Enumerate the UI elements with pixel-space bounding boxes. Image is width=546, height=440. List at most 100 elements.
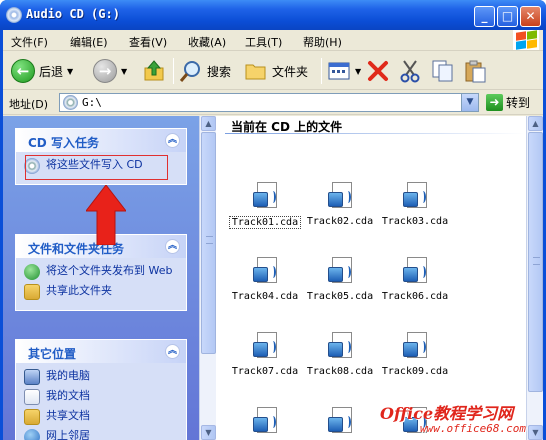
back-button[interactable]: ← 后退 ▼ [11,56,73,86]
my-documents-link[interactable]: 我的文档 [24,389,178,405]
delete-button[interactable] [367,56,389,86]
collapse-chevron-icon[interactable]: ︽ [165,344,180,359]
my-computer-label: 我的电脑 [46,369,90,382]
task-pane-scrollbar[interactable]: ▲ ▼ [199,116,216,440]
cd-audio-track-icon [251,257,279,287]
window-client: 文件(F) 编辑(E) 查看(V) 收藏(A) 工具(T) 帮助(H) ← 后退… [3,30,543,440]
copy-button[interactable] [431,56,455,86]
minimize-button[interactable]: _ [474,6,495,27]
other-places-title: 其它位置 [28,347,77,361]
back-arrow-icon: ← [11,59,35,83]
go-label: 转到 [506,96,531,110]
file-list-scrollbar[interactable]: ▲ ▼ [526,116,543,440]
go-button[interactable]: ➜ 转到 [486,94,530,111]
address-input[interactable]: G:\ ▼ [59,93,479,112]
cd-audio-track-icon [251,332,279,362]
shared-documents-label: 共享文档 [46,409,90,422]
menu-help[interactable]: 帮助(H) [303,34,342,50]
folders-label: 文件夹 [272,64,309,79]
file-name: Track01.cda [229,216,301,229]
scroll-thumb[interactable] [201,132,216,354]
cut-button[interactable] [399,56,421,86]
heading-underline [225,133,525,134]
folders-button[interactable]: 文件夹 [244,56,308,86]
cd-audio-track-icon [401,182,429,212]
menu-tools[interactable]: 工具(T) [245,34,282,50]
forward-button[interactable]: → ▼ [93,56,127,86]
file-name: Track04.cda [231,291,299,302]
watermark-main: Office教程学习网 [380,404,514,423]
search-button[interactable]: 搜索 [179,56,231,86]
forward-dropdown-icon[interactable]: ▼ [121,67,127,76]
publish-web-label: 将这个文件夹发布到 Web [46,264,173,277]
scroll-up-arrow-icon[interactable]: ▲ [201,116,216,131]
file-name: Track08.cda [306,366,374,377]
file-item[interactable]: Track01.cda [229,182,301,229]
title-bar[interactable]: Audio CD (G:) _ □ ✕ [0,0,546,30]
menu-view[interactable]: 查看(V) [129,34,167,50]
scroll-grip [206,236,213,244]
file-item[interactable]: Track07.cda [229,332,301,377]
file-list-pane: ▲ ▼ 当前在 CD 上的文件 Track01.cda Track02.cda Tr… [199,116,543,440]
my-documents-label: 我的文档 [46,389,90,402]
search-label: 搜索 [207,64,232,79]
file-item[interactable]: Track11.cda [304,407,376,440]
address-bar: 地址(D) G:\ ▼ ➜ 转到 [3,91,543,115]
file-item[interactable]: Track04.cda [229,257,301,302]
shared-documents-link[interactable]: 共享文档 [24,409,178,425]
network-places-label: 网上邻居 [46,429,90,440]
other-places-body: 我的电脑 我的文档 共享文档 网上邻居 [16,363,186,440]
file-item[interactable]: Track06.cda [379,257,451,302]
scroll-grip [533,257,540,265]
views-dropdown-icon[interactable]: ▼ [355,67,361,76]
collapse-chevron-icon[interactable]: ︽ [165,239,180,254]
scroll-down-arrow-icon[interactable]: ▼ [201,425,216,440]
my-computer-link[interactable]: 我的电脑 [24,369,178,385]
close-button[interactable]: ✕ [520,6,541,27]
my-documents-icon [24,389,40,405]
back-dropdown-icon[interactable]: ▼ [67,67,73,76]
cd-drive-icon [63,95,78,110]
network-places-icon [24,429,40,440]
toolbar-separator [173,58,174,84]
views-button[interactable]: ▼ [327,56,361,86]
other-places-panel: 其它位置 ︽ 我的电脑 我的文档 共享文档 网上邻居 [15,339,187,440]
share-folder-label: 共享此文件夹 [46,284,112,297]
red-arrow-icon [86,185,126,245]
file-name: Track05.cda [306,291,374,302]
file-item[interactable]: Track03.cda [379,182,451,227]
cd-audio-track-icon [251,182,279,212]
back-label: 后退 [39,64,64,79]
views-icon [328,62,350,80]
paste-icon [465,60,486,83]
file-tasks-body: 将这个文件夹发布到 Web 共享此文件夹 [16,258,186,310]
file-item[interactable]: Track09.cda [379,332,451,377]
share-folder-task[interactable]: 共享此文件夹 [24,284,178,300]
menu-edit[interactable]: 编辑(E) [70,34,108,50]
up-folder-icon [144,60,164,81]
folder-icon [245,64,266,80]
publish-web-task[interactable]: 将这个文件夹发布到 Web [24,264,178,280]
cd-audio-track-icon [401,332,429,362]
menu-favorites[interactable]: 收藏(A) [188,34,226,50]
network-places-link[interactable]: 网上邻居 [24,429,178,440]
maximize-button[interactable]: □ [497,6,518,27]
scroll-thumb[interactable] [528,132,543,392]
paste-button[interactable] [463,56,487,86]
file-item[interactable]: Track10.cda [229,407,301,440]
cd-tasks-header[interactable]: CD 写入任务 ︽ [16,129,186,152]
up-folder-button[interactable] [142,56,166,86]
scroll-up-arrow-icon[interactable]: ▲ [528,116,543,131]
file-item[interactable]: Track05.cda [304,257,376,302]
toolbar-separator [321,58,322,84]
file-item[interactable]: Track08.cda [304,332,376,377]
address-dropdown-icon[interactable]: ▼ [461,94,478,111]
delete-x-icon [368,61,388,81]
file-item[interactable]: Track02.cda [304,182,376,227]
collapse-chevron-icon[interactable]: ︽ [165,133,180,148]
menu-file[interactable]: 文件(F) [11,34,48,50]
window-title: Audio CD (G:) [26,7,120,21]
my-computer-icon [24,369,40,385]
other-places-header[interactable]: 其它位置 ︽ [16,340,186,363]
file-tasks-panel: 文件和文件夹任务 ︽ 将这个文件夹发布到 Web 共享此文件夹 [15,234,187,311]
